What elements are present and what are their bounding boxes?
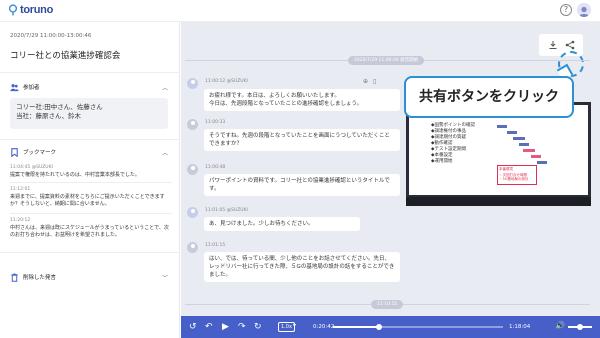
speaker-icon bbox=[187, 242, 198, 253]
message-time: 11:00:48 bbox=[205, 165, 226, 170]
message-text: はい、では、待っている間、少し他のことをお話させてください。先日、レッドリバー社… bbox=[204, 252, 400, 282]
bookmark-text: 提案で権限を持たれているのは、中村営業本部長でした。 bbox=[10, 172, 140, 178]
progress-fill bbox=[333, 326, 379, 328]
skip-forward-icon[interactable]: ↷ bbox=[238, 321, 246, 333]
bookmark-time: 11:20:12 bbox=[10, 218, 31, 223]
message-text: あ、見つけました。少しお待ちください。 bbox=[204, 217, 360, 231]
bookmark-label: ブックマーク bbox=[23, 150, 57, 156]
rewind-icon[interactable]: ↺ bbox=[189, 321, 197, 333]
message-time: 11:01:15 bbox=[205, 243, 226, 248]
progress-knob[interactable] bbox=[375, 324, 382, 330]
meeting-title: コリー社との協業進捗確認会 bbox=[10, 51, 121, 61]
app-logo[interactable]: toruno bbox=[8, 4, 53, 16]
divider bbox=[0, 252, 180, 253]
volume-icon[interactable]: 🔊 bbox=[555, 321, 565, 330]
bookmark-icon bbox=[11, 147, 18, 157]
trash-icon bbox=[11, 272, 18, 282]
deleted-label: 削除した発言 bbox=[23, 275, 57, 281]
message-time: 11:00:33 bbox=[205, 120, 226, 125]
gantt-bar bbox=[507, 131, 517, 134]
slide-note-line: ・5G基地局の設計 bbox=[499, 177, 529, 181]
divider bbox=[0, 139, 180, 140]
share-icon[interactable] bbox=[565, 40, 575, 50]
chevron-up-icon[interactable]: ︿ bbox=[162, 148, 168, 157]
message-text: そうですね。先週の段階となっていたことを画面にうつしていただくことできますか？ bbox=[204, 129, 400, 151]
current-time: 0:20:42 bbox=[313, 324, 335, 330]
divider bbox=[10, 213, 172, 214]
logo-text: toruno bbox=[20, 4, 54, 16]
gantt-bar bbox=[523, 149, 535, 152]
bookmark-header[interactable]: ブックマーク ︿ bbox=[10, 147, 172, 157]
bookmark-item[interactable]: 11:20:12 中村さんは、来週は既にスケジュールがうまっているということで、… bbox=[10, 218, 172, 239]
transcript-area: 2020/7/29 11:00:00 録音開始 11:00:12 @SUZUKI… bbox=[181, 22, 600, 316]
progress-bar[interactable] bbox=[333, 324, 503, 330]
user-avatar-icon[interactable] bbox=[577, 3, 591, 17]
gantt-bar bbox=[531, 155, 541, 158]
chevron-down-icon[interactable]: ▾ bbox=[293, 322, 296, 329]
chevron-down-icon[interactable]: ﹀ bbox=[162, 273, 168, 282]
help-icon[interactable]: ? bbox=[560, 4, 572, 16]
slide-bullets: ◆国勢ポイントの確認 ◆調達権付の事品 ◆調達期付の質疑 ◆動作確認 ◆テスト設… bbox=[431, 123, 475, 165]
add-icon[interactable]: ⊕ bbox=[363, 78, 368, 85]
download-icon[interactable] bbox=[548, 40, 558, 50]
time-marker: 11:10:55 bbox=[371, 300, 404, 309]
bookmark-text: 中村さんは、来週は既にスケジュールがうまっているということで、次のお打ち合わせは… bbox=[10, 225, 169, 238]
instruction-callout: 共有ボタンをクリック bbox=[404, 76, 574, 118]
divider bbox=[0, 72, 180, 73]
meeting-datetime: 2020/7/29 11:00:00-13:00:46 bbox=[10, 33, 92, 39]
gantt-bar bbox=[497, 125, 507, 128]
bookmark-text: 来週までに、提案資料の素材をこちらにご提示いただくことできますか？そうしないと、… bbox=[10, 194, 165, 207]
gantt-bar bbox=[537, 161, 547, 164]
message-text: パワーポイントの資料です。コリー社との協業進捗確認というタイトルです。 bbox=[204, 174, 400, 196]
deleted-header[interactable]: 削除した発言 ﹀ bbox=[10, 272, 172, 282]
participants-icon bbox=[10, 83, 19, 91]
slide-taskbar bbox=[406, 197, 591, 206]
slide-note-box: 本番環境 ・次回打合せ時間 ・5G基地局の設計 bbox=[497, 165, 537, 185]
gantt-bar bbox=[513, 137, 525, 140]
speaker-icon bbox=[187, 164, 198, 175]
audio-player: ↺ ↶ ▶ ↷ ↻ 1.0x ▾ 0:20:42 1:18:04 🔊 bbox=[181, 316, 600, 338]
slide-content: ◆国勢ポイントの確認 ◆調達権付の事品 ◆調達期付の質疑 ◆動作確認 ◆テスト設… bbox=[409, 105, 588, 195]
participants-list: コリー社:田中さん、佐藤さん 当社：藤原さん、鈴木 bbox=[10, 98, 168, 129]
chevron-up-icon[interactable]: ︿ bbox=[162, 83, 168, 92]
message-tools: ⊕ ▯ bbox=[363, 78, 376, 85]
play-icon[interactable]: ▶ bbox=[222, 321, 229, 333]
participant-line: コリー社:田中さん、佐藤さん bbox=[16, 103, 103, 111]
gantt-bar bbox=[519, 143, 529, 146]
app-header: toruno ? bbox=[0, 0, 600, 22]
message-time: 11:01:05 @SUZUKI bbox=[205, 208, 248, 213]
speaker-icon bbox=[187, 119, 198, 130]
logo-mark-icon bbox=[8, 4, 18, 16]
forward-icon[interactable]: ↻ bbox=[254, 321, 262, 333]
participants-label: 参加者 bbox=[23, 85, 40, 91]
slide-bullet: ◆運用開始 bbox=[431, 159, 453, 164]
speaker-avatar-icon bbox=[187, 207, 198, 218]
bookmark-icon[interactable]: ▯ bbox=[373, 78, 376, 85]
bookmark-time: 11:04:45 @SUZUKI bbox=[10, 165, 53, 170]
speaker-avatar-icon bbox=[187, 78, 198, 89]
bookmark-item[interactable]: 11:04:45 @SUZUKI 提案で権限を持たれているのは、中村営業本部長で… bbox=[10, 165, 172, 179]
skip-back-icon[interactable]: ↶ bbox=[205, 321, 213, 333]
divider bbox=[10, 182, 172, 183]
participants-header[interactable]: 参加者 ︿ bbox=[10, 82, 172, 92]
participant-line: 当社：藤原さん、鈴木 bbox=[16, 112, 81, 120]
transcript-message[interactable]: 11:00:12 @SUZUKI ⊕ ▯ お疲れ様です。本日は、よろしくお願いい… bbox=[187, 78, 400, 118]
duration: 1:18:04 bbox=[509, 324, 531, 330]
meeting-sidebar: 2020/7/29 11:00:00-13:00:46 コリー社との協業進捗確認… bbox=[0, 22, 180, 338]
recording-start-label: 2020/7/29 11:00:00 録音開始 bbox=[348, 56, 425, 65]
bookmark-item[interactable]: 11:12:01 来週までに、提案資料の素材をこちらにご提示いただくことできます… bbox=[10, 187, 172, 208]
bookmark-time: 11:12:01 bbox=[10, 187, 31, 192]
message-time: 11:00:12 @SUZUKI bbox=[205, 79, 248, 84]
message-text: お疲れ様です。本日は、よろしくお願いいたします。 今日は、先週段階となっていたこ… bbox=[204, 89, 400, 111]
volume-knob[interactable] bbox=[577, 324, 583, 330]
